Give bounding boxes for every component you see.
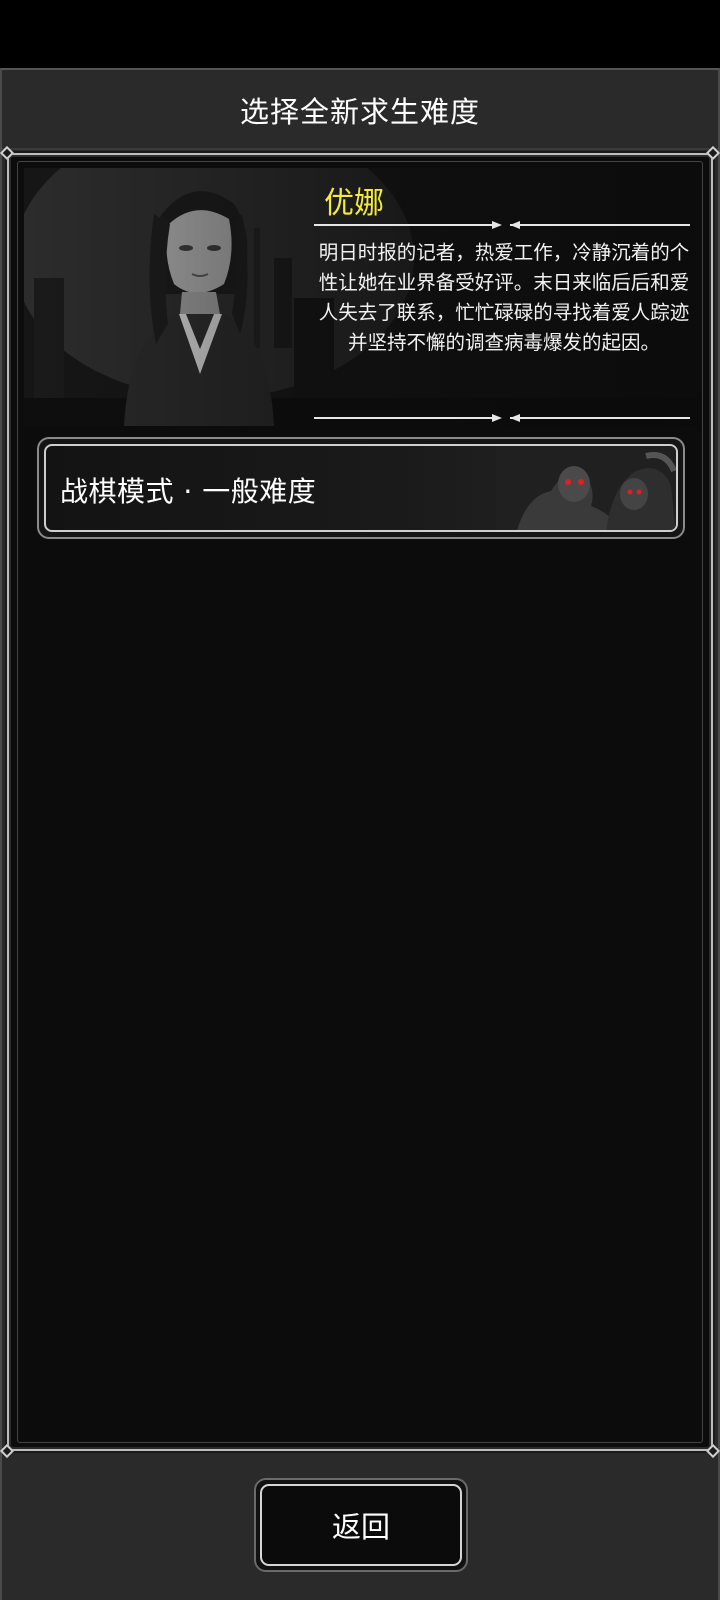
mode-label: 战棋模式 · 一般难度	[60, 475, 317, 508]
footer: 返回	[2, 1458, 718, 1600]
back-button-label[interactable]: 返回	[260, 1484, 462, 1566]
back-button[interactable]: 返回	[254, 1478, 468, 1572]
character-name: 优娜	[324, 186, 384, 221]
title-divider	[2, 148, 718, 150]
ornament-divider	[314, 414, 690, 422]
content-panel: 优娜 明日时报的记者，热爱工作，冷静沉着的个性让她在业界备受好评。末日来临后后和…	[0, 145, 720, 1459]
corner-ornament	[705, 1443, 720, 1459]
zombie-artwork	[496, 446, 676, 530]
panel-inner: 优娜 明日时报的记者，热爱工作，冷静沉着的个性让她在业界备受好评。末日来临后后和…	[17, 161, 703, 1443]
mode-option-strategy-normal[interactable]: 战棋模式 · 一般难度	[37, 437, 685, 539]
character-banner: 优娜 明日时报的记者，热爱工作，冷静沉着的个性让她在业界备受好评。末日来临后后和…	[24, 168, 698, 426]
status-bar-area	[0, 0, 720, 68]
mode-option-inner[interactable]: 战棋模式 · 一般难度	[44, 444, 678, 532]
dialog-title: 选择全新求生难度	[239, 95, 480, 129]
character-description: 明日时报的记者，热爱工作，冷静沉着的个性让她在业界备受好评。末日来临后后和爱人失…	[318, 241, 690, 354]
corner-ornament	[0, 1443, 15, 1459]
difficulty-dialog: 选择全新求生难度 优娜 明日时报的记者，热爱工作，冷静沉着的个性让她在业界备受好…	[0, 68, 720, 1600]
ornament-divider	[314, 221, 690, 229]
